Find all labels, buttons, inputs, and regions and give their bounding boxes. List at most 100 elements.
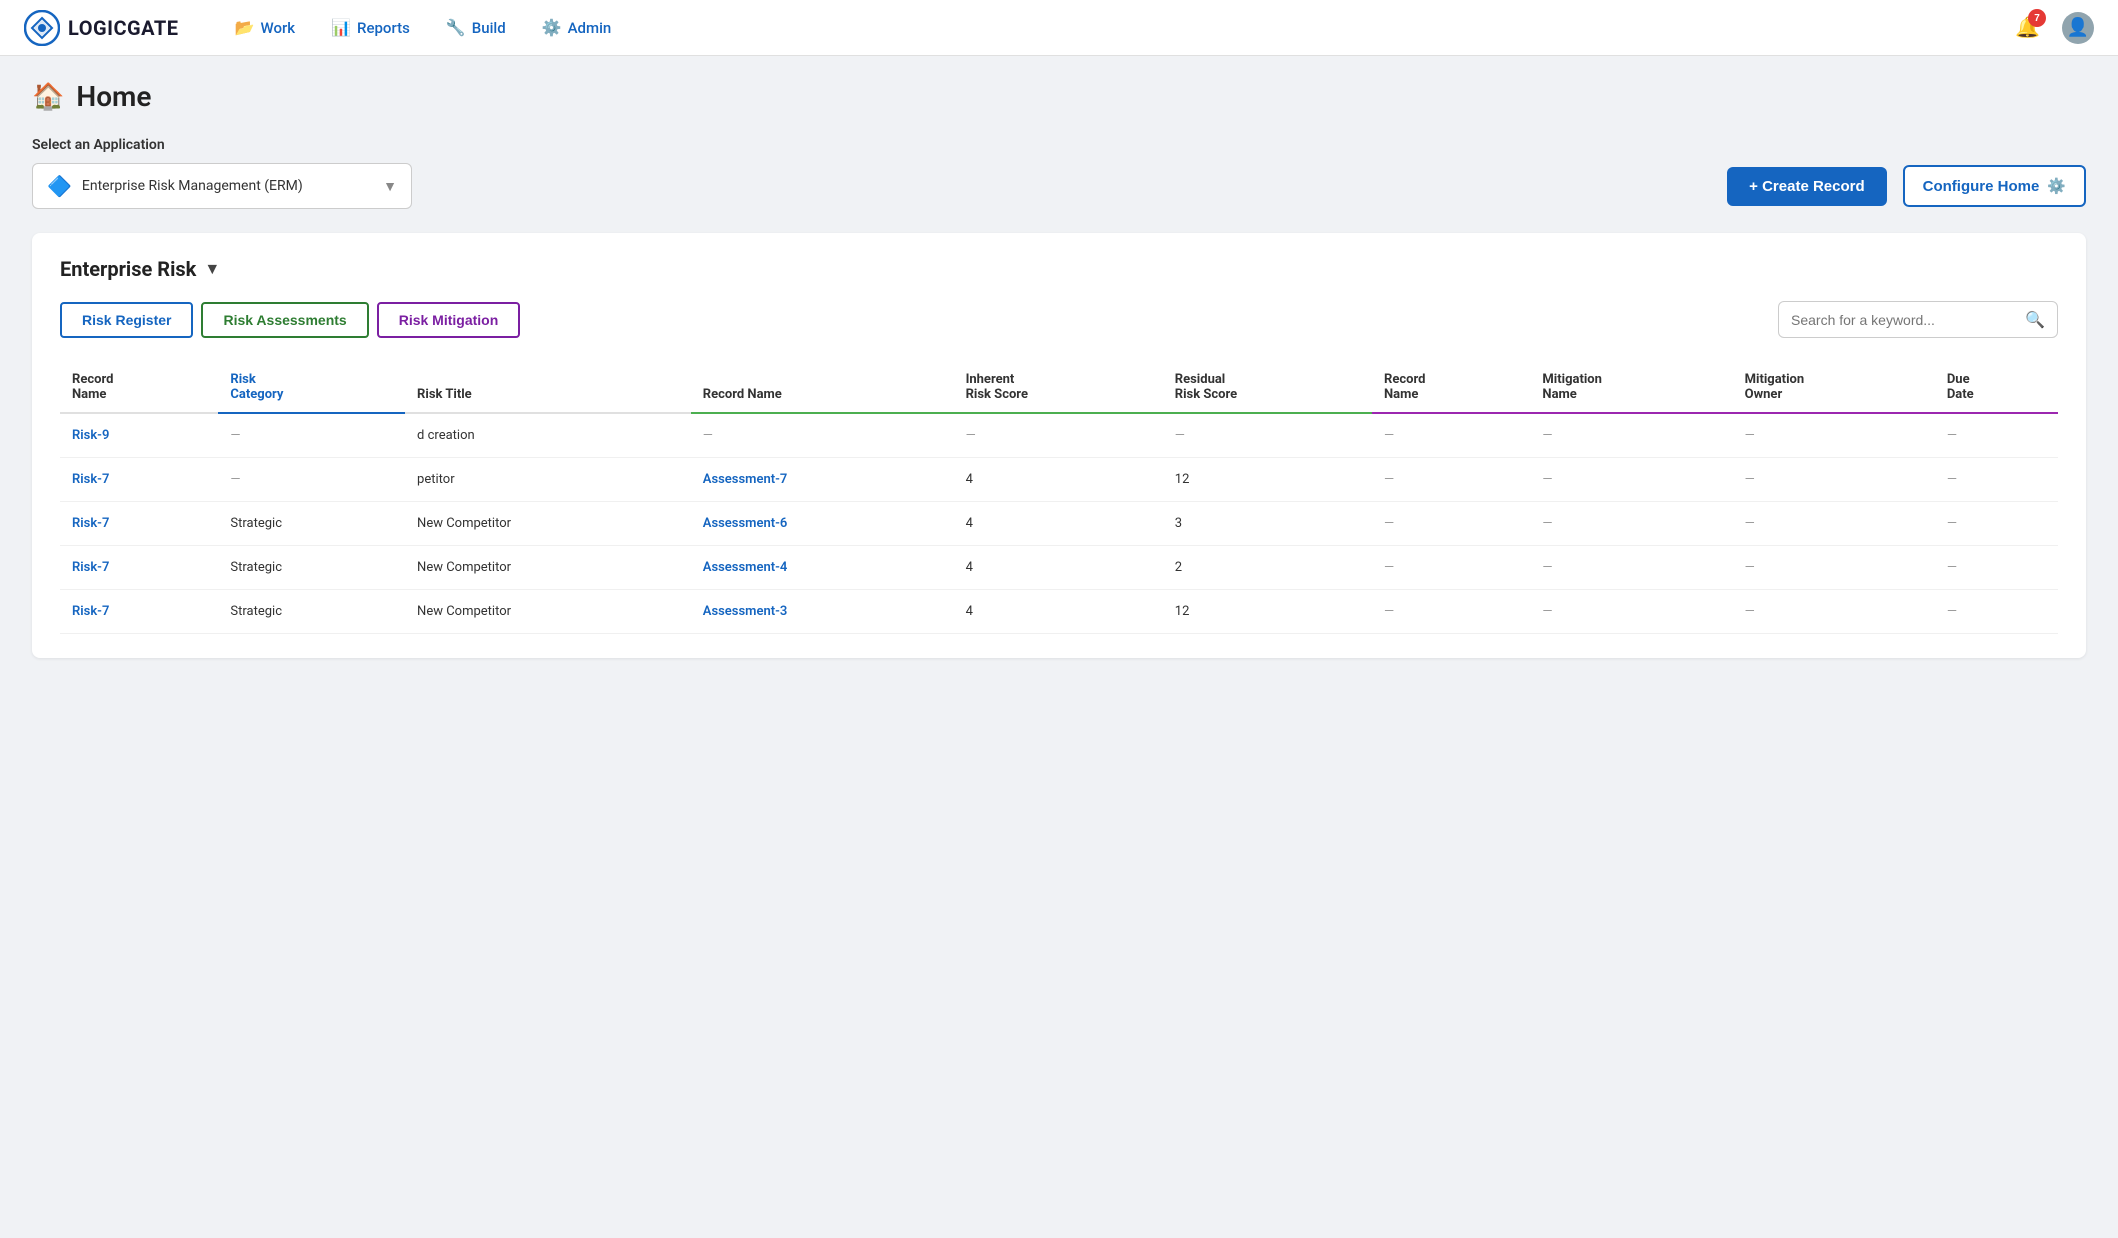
configure-home-label: Configure Home bbox=[1923, 178, 2040, 195]
chevron-down-icon: ▼ bbox=[383, 178, 397, 195]
col-risk-category[interactable]: RiskCategory bbox=[218, 362, 405, 413]
col-due-date: DueDate bbox=[1935, 362, 2058, 413]
app-select-text: Enterprise Risk Management (ERM) bbox=[82, 178, 373, 194]
table-row: Risk-7StrategicNew CompetitorAssessment-… bbox=[60, 502, 2058, 546]
main-header: LOGICGATE 📂 Work 📊 Reports 🔧 Build ⚙️ Ad… bbox=[0, 0, 2118, 56]
col-assessment-name: Record Name bbox=[691, 362, 954, 413]
create-record-button[interactable]: + Create Record bbox=[1727, 167, 1886, 206]
cell-mitigation_record_name: — bbox=[1372, 413, 1530, 458]
logo[interactable]: LOGICGATE bbox=[24, 10, 179, 46]
app-select-icon: 🔷 bbox=[47, 174, 72, 198]
main-nav: 📂 Work 📊 Reports 🔧 Build ⚙️ Admin bbox=[219, 10, 2010, 45]
cell-assessment_name: — bbox=[691, 413, 954, 458]
col-mitigation-name: MitigationName bbox=[1530, 362, 1732, 413]
card-chevron-icon[interactable]: ▼ bbox=[204, 259, 220, 279]
cell-record_name[interactable]: Risk-9 bbox=[60, 413, 218, 458]
cell-risk_category: Strategic bbox=[218, 546, 405, 590]
cell-inherent_score: 4 bbox=[954, 458, 1163, 502]
table-header-row: RecordName RiskCategory Risk Title Recor… bbox=[60, 362, 2058, 413]
cell-mitigation_name: — bbox=[1530, 458, 1732, 502]
search-icon[interactable]: 🔍 bbox=[2025, 310, 2045, 329]
cell-mitigation_owner: — bbox=[1733, 590, 1935, 634]
main-content: 🏠 Home Select an Application 🔷 Enterpris… bbox=[0, 56, 2118, 682]
cell-mitigation_name: — bbox=[1530, 413, 1732, 458]
cell-assessment_name[interactable]: Assessment-4 bbox=[691, 546, 954, 590]
nav-work[interactable]: 📂 Work bbox=[219, 10, 312, 45]
tab-risk-register[interactable]: Risk Register bbox=[60, 302, 193, 338]
cell-risk_category: Strategic bbox=[218, 502, 405, 546]
cell-assessment_name[interactable]: Assessment-7 bbox=[691, 458, 954, 502]
table-wrap: RecordName RiskCategory Risk Title Recor… bbox=[60, 362, 2058, 634]
nav-reports[interactable]: 📊 Reports bbox=[315, 10, 426, 45]
cell-due_date: — bbox=[1935, 502, 2058, 546]
cell-record_name[interactable]: Risk-7 bbox=[60, 458, 218, 502]
gear-icon: ⚙️ bbox=[2047, 177, 2066, 195]
cell-mitigation_record_name: — bbox=[1372, 546, 1530, 590]
notification-button[interactable]: 🔔 7 bbox=[2009, 9, 2046, 46]
search-input[interactable] bbox=[1791, 312, 2025, 328]
cell-residual_score: — bbox=[1163, 413, 1372, 458]
cell-mitigation_record_name: — bbox=[1372, 458, 1530, 502]
cell-risk_title: New Competitor bbox=[405, 502, 691, 546]
search-box[interactable]: 🔍 bbox=[1778, 301, 2058, 338]
cell-inherent_score: 4 bbox=[954, 590, 1163, 634]
notification-badge: 7 bbox=[2028, 9, 2046, 27]
page-title-row: 🏠 Home bbox=[32, 80, 2086, 113]
header-right: 🔔 7 👤 bbox=[2009, 9, 2094, 46]
tab-risk-assessments-label: Risk Assessments bbox=[223, 312, 346, 328]
nav-work-label: Work bbox=[260, 19, 295, 37]
cell-assessment_name[interactable]: Assessment-6 bbox=[691, 502, 954, 546]
cell-due_date: — bbox=[1935, 458, 2058, 502]
logo-text: LOGICGATE bbox=[68, 16, 179, 40]
cell-risk_category: — bbox=[218, 458, 405, 502]
table-row: Risk-7StrategicNew CompetitorAssessment-… bbox=[60, 590, 2058, 634]
nav-admin-label: Admin bbox=[568, 19, 612, 37]
app-select[interactable]: 🔷 Enterprise Risk Management (ERM) ▼ bbox=[32, 163, 412, 209]
user-avatar[interactable]: 👤 bbox=[2062, 12, 2094, 44]
work-icon: 📂 bbox=[235, 18, 255, 37]
cell-inherent_score: 4 bbox=[954, 546, 1163, 590]
cell-risk_title: d creation bbox=[405, 413, 691, 458]
controls-row: 🔷 Enterprise Risk Management (ERM) ▼ + C… bbox=[32, 163, 2086, 209]
col-record-name: RecordName bbox=[60, 362, 218, 413]
card-header: Enterprise Risk ▼ bbox=[60, 257, 2058, 281]
cell-mitigation_name: — bbox=[1530, 502, 1732, 546]
nav-build[interactable]: 🔧 Build bbox=[430, 10, 522, 45]
tabs-row: Risk Register Risk Assessments Risk Miti… bbox=[60, 301, 2058, 338]
cell-mitigation_name: — bbox=[1530, 546, 1732, 590]
avatar-icon: 👤 bbox=[2067, 17, 2089, 38]
cell-record_name[interactable]: Risk-7 bbox=[60, 502, 218, 546]
cell-risk_title: New Competitor bbox=[405, 546, 691, 590]
risk-table: RecordName RiskCategory Risk Title Recor… bbox=[60, 362, 2058, 634]
table-row: Risk-7StrategicNew CompetitorAssessment-… bbox=[60, 546, 2058, 590]
nav-admin[interactable]: ⚙️ Admin bbox=[526, 10, 628, 45]
col-mitigation-owner: MitigationOwner bbox=[1733, 362, 1935, 413]
col-residual-score: ResidualRisk Score bbox=[1163, 362, 1372, 413]
tab-risk-mitigation[interactable]: Risk Mitigation bbox=[377, 302, 521, 338]
cell-record_name[interactable]: Risk-7 bbox=[60, 590, 218, 634]
col-inherent-score: InherentRisk Score bbox=[954, 362, 1163, 413]
cell-mitigation_record_name: — bbox=[1372, 590, 1530, 634]
cell-residual_score: 12 bbox=[1163, 590, 1372, 634]
card-title: Enterprise Risk bbox=[60, 257, 196, 281]
cell-record_name[interactable]: Risk-7 bbox=[60, 546, 218, 590]
cell-assessment_name[interactable]: Assessment-3 bbox=[691, 590, 954, 634]
tab-risk-assessments[interactable]: Risk Assessments bbox=[201, 302, 368, 338]
cell-inherent_score: — bbox=[954, 413, 1163, 458]
col-mitigation-record: RecordName bbox=[1372, 362, 1530, 413]
cell-due_date: — bbox=[1935, 546, 2058, 590]
cell-mitigation_name: — bbox=[1530, 590, 1732, 634]
cell-residual_score: 2 bbox=[1163, 546, 1372, 590]
nav-build-label: Build bbox=[472, 19, 506, 37]
page-title: Home bbox=[76, 80, 151, 113]
configure-home-button[interactable]: Configure Home ⚙️ bbox=[1903, 165, 2086, 207]
cell-due_date: — bbox=[1935, 590, 2058, 634]
cell-risk_category: Strategic bbox=[218, 590, 405, 634]
cell-mitigation_owner: — bbox=[1733, 546, 1935, 590]
cell-mitigation_owner: — bbox=[1733, 502, 1935, 546]
table-row: Risk-9—d creation——————— bbox=[60, 413, 2058, 458]
cell-risk_title: New Competitor bbox=[405, 590, 691, 634]
cell-mitigation_owner: — bbox=[1733, 458, 1935, 502]
cell-risk_category: — bbox=[218, 413, 405, 458]
table-body: Risk-9—d creation———————Risk-7—petitorAs… bbox=[60, 413, 2058, 634]
